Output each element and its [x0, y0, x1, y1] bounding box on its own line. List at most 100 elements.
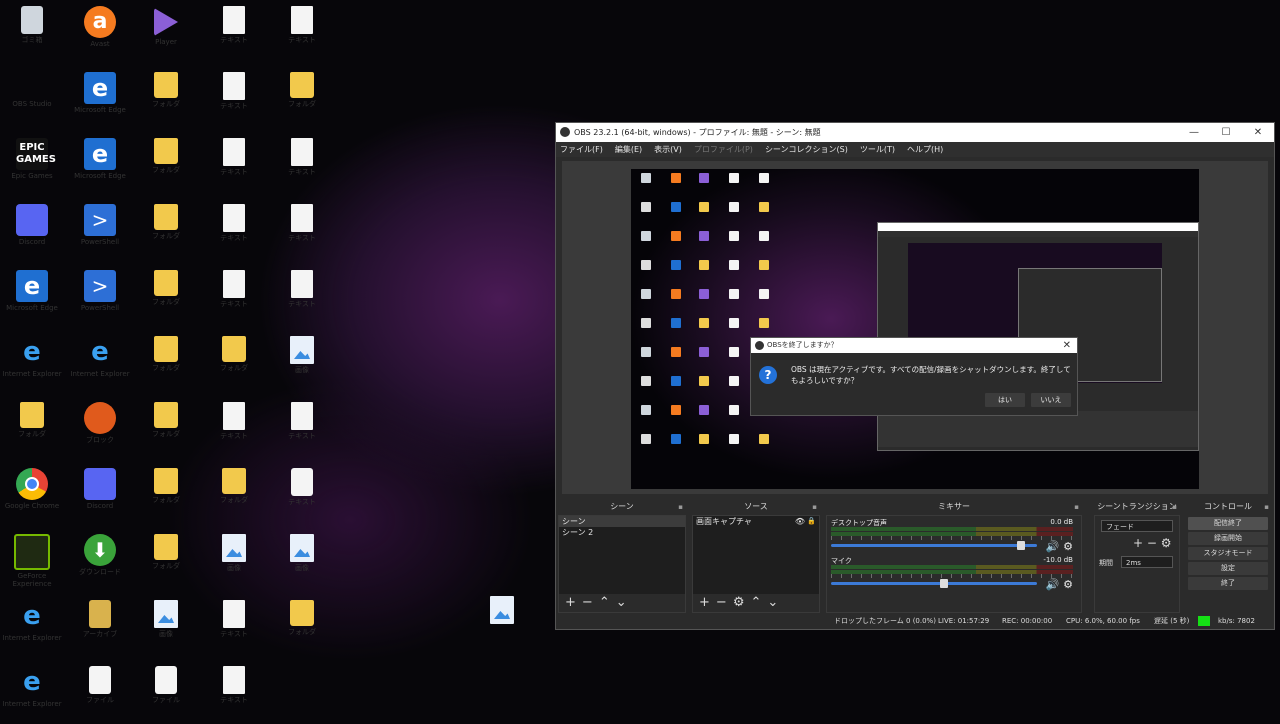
- desktop-icon[interactable]: ゴミ箱: [2, 2, 62, 64]
- source-item[interactable]: 画面キャプチャ 👁 🔒: [693, 516, 819, 527]
- desktop-icon[interactable]: テキスト: [272, 2, 332, 64]
- desktop-icon[interactable]: テキスト: [204, 68, 264, 130]
- scene-item[interactable]: シーン 2: [559, 527, 685, 538]
- desktop-icon[interactable]: 画像: [136, 596, 196, 658]
- start-recording-button[interactable]: 録画開始: [1188, 532, 1268, 545]
- desktop-icon[interactable]: OBS Studio: [2, 68, 600, 220]
- add-icon[interactable]: +: [565, 594, 576, 612]
- desktop-icon[interactable]: EPIC GAMES Epic Games: [2, 134, 62, 196]
- speaker-icon[interactable]: 🔊: [1046, 540, 1060, 553]
- remove-icon[interactable]: −: [582, 594, 593, 612]
- transition-select[interactable]: フェード: [1101, 520, 1173, 532]
- volume-knob[interactable]: [940, 579, 949, 588]
- desktop-icon[interactable]: テキスト: [204, 398, 264, 460]
- remove-icon[interactable]: −: [716, 594, 727, 612]
- desktop-icon[interactable]: アーカイブ: [70, 596, 130, 658]
- desktop-icon[interactable]: Discord: [70, 464, 130, 526]
- desktop-icon[interactable]: ファイル: [136, 662, 196, 724]
- desktop-icon[interactable]: ブロック: [70, 398, 130, 460]
- volume-slider[interactable]: [831, 541, 1037, 550]
- preview-area[interactable]: [562, 161, 1268, 494]
- volume-knob[interactable]: [1016, 541, 1025, 550]
- visibility-eye-icon[interactable]: 👁: [795, 516, 805, 527]
- desktop-icon[interactable]: > PowerShell: [70, 266, 130, 328]
- desktop-icon[interactable]: Google Chrome: [2, 464, 62, 526]
- gear-icon[interactable]: ⚙: [1063, 578, 1073, 591]
- desktop-icon[interactable]: ファイル: [70, 662, 130, 724]
- desktop-icon[interactable]: フォルダ: [136, 200, 196, 262]
- desktop-icon[interactable]: フォルダ: [136, 68, 196, 130]
- menu-profile[interactable]: プロファイル(P): [694, 142, 753, 157]
- desktop-icon[interactable]: テキスト: [272, 134, 332, 196]
- desktop-icon[interactable]: テキスト: [272, 266, 332, 328]
- menu-tools[interactable]: ツール(T): [860, 142, 895, 157]
- desktop-icon[interactable]: 画像: [272, 332, 332, 394]
- move-up-icon[interactable]: ⌃: [750, 594, 761, 612]
- desktop-icon[interactable]: e Internet Explorer: [2, 662, 62, 724]
- speaker-icon[interactable]: 🔊: [1046, 578, 1060, 591]
- desktop-icon[interactable]: テキスト: [204, 662, 264, 724]
- desktop-icon[interactable]: フォルダ: [2, 398, 62, 460]
- move-down-icon[interactable]: ⌄: [616, 594, 627, 612]
- dialog-title-bar[interactable]: OBSを終了しますか？ ✕: [751, 338, 1077, 353]
- menu-help[interactable]: ヘルプ(H): [907, 142, 943, 157]
- desktop-icon[interactable]: GeForce Experience: [2, 530, 62, 592]
- desktop-icon[interactable]: e Microsoft Edge: [2, 266, 62, 328]
- stop-streaming-button[interactable]: 配信終了: [1188, 517, 1268, 530]
- desktop-icon[interactable]: テキスト: [272, 200, 332, 262]
- desktop-icon[interactable]: e Internet Explorer: [2, 596, 62, 658]
- dialog-close-icon[interactable]: ✕: [1063, 338, 1071, 353]
- scene-item[interactable]: シーン: [559, 516, 685, 527]
- desktop-icon-text-file[interactable]: [490, 596, 514, 624]
- desktop-icon[interactable]: テキスト: [272, 398, 332, 460]
- desktop-icon[interactable]: e Microsoft Edge: [70, 134, 130, 196]
- desktop-icon[interactable]: テキスト: [204, 266, 264, 328]
- gear-icon[interactable]: ⚙: [1161, 536, 1172, 550]
- close-button[interactable]: ✕: [1242, 123, 1274, 142]
- move-down-icon[interactable]: ⌄: [767, 594, 778, 612]
- desktop-icon[interactable]: テキスト: [204, 2, 264, 64]
- desktop-icon[interactable]: フォルダ: [136, 134, 196, 196]
- desktop-icon[interactable]: テキスト: [204, 134, 264, 196]
- desktop-icon[interactable]: Player: [136, 2, 196, 64]
- volume-slider[interactable]: [831, 579, 1037, 588]
- menu-view[interactable]: 表示(V): [654, 142, 682, 157]
- no-button[interactable]: いいえ: [1031, 393, 1071, 407]
- menu-file[interactable]: ファイル(F): [560, 142, 603, 157]
- desktop-icon[interactable]: Discord: [2, 200, 62, 262]
- settings-gear-icon[interactable]: ⚙: [733, 594, 745, 612]
- desktop-icon[interactable]: 画像: [272, 530, 332, 592]
- add-icon[interactable]: +: [699, 594, 710, 612]
- settings-button[interactable]: 設定: [1188, 562, 1268, 575]
- desktop-icon[interactable]: e Internet Explorer: [70, 332, 130, 394]
- desktop-icon[interactable]: フォルダ: [272, 596, 332, 658]
- maximize-button[interactable]: ☐: [1210, 123, 1242, 142]
- desktop-icon[interactable]: フォルダ: [272, 68, 332, 130]
- remove-icon[interactable]: −: [1147, 536, 1157, 550]
- menu-scene-collection[interactable]: シーンコレクション(S): [765, 142, 848, 157]
- desktop-icon[interactable]: 画像: [204, 530, 264, 592]
- desktop-icon[interactable]: フォルダ: [136, 398, 196, 460]
- minimize-button[interactable]: —: [1178, 123, 1210, 142]
- desktop-icon[interactable]: フォルダ: [136, 266, 196, 328]
- studio-mode-button[interactable]: スタジオモード: [1188, 547, 1268, 560]
- desktop-icon[interactable]: e Internet Explorer: [2, 332, 62, 394]
- desktop-icon[interactable]: テキスト: [204, 200, 264, 262]
- exit-button[interactable]: 終了: [1188, 577, 1268, 590]
- desktop-icon[interactable]: フォルダ: [136, 332, 196, 394]
- desktop-icon[interactable]: フォルダ: [204, 332, 264, 394]
- preview-canvas[interactable]: [631, 169, 1199, 489]
- desktop-icon[interactable]: フォルダ: [136, 530, 196, 592]
- desktop-icon[interactable]: ⬇ ダウンロード: [70, 530, 130, 592]
- desktop-icon[interactable]: a Avast: [70, 2, 130, 64]
- desktop-icon[interactable]: テキスト: [204, 596, 264, 658]
- duration-input[interactable]: 2ms: [1121, 556, 1173, 568]
- title-bar[interactable]: OBS 23.2.1 (64-bit, windows) - プロファイル: 無…: [556, 123, 1274, 142]
- lock-icon[interactable]: 🔒: [807, 516, 816, 527]
- yes-button[interactable]: はい: [985, 393, 1025, 407]
- desktop-icon[interactable]: フォルダ: [204, 464, 264, 526]
- gear-icon[interactable]: ⚙: [1063, 540, 1073, 553]
- move-up-icon[interactable]: ⌃: [599, 594, 610, 612]
- desktop-icon[interactable]: > PowerShell: [70, 200, 130, 262]
- add-icon[interactable]: +: [1133, 536, 1143, 550]
